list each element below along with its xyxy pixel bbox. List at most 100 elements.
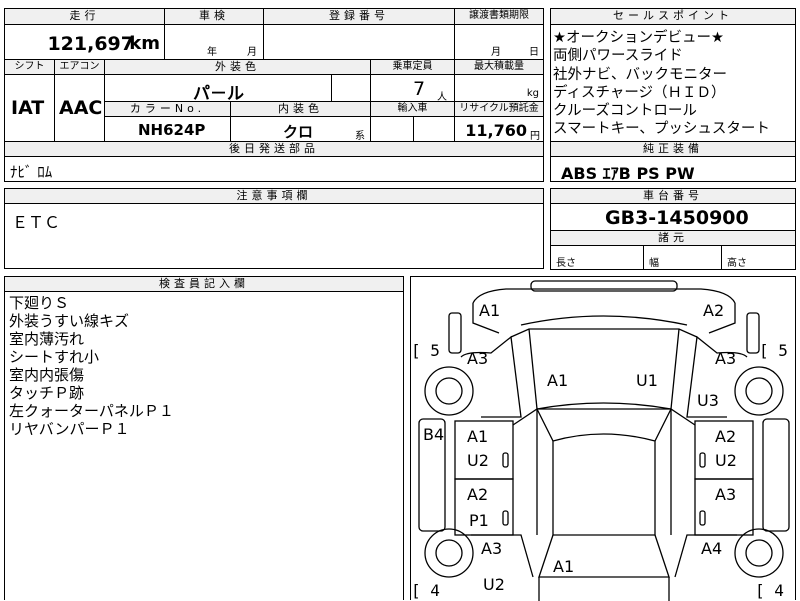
interior-color-value: クロ — [283, 123, 314, 141]
damage-label: A4 — [701, 539, 723, 558]
exterior-color-value: パ－ル — [193, 84, 244, 102]
color-no-value: NH624P — [138, 121, 206, 139]
damage-label: U2 — [483, 575, 505, 594]
standard-equipment-value: ABS ｴｱB PS PW — [561, 164, 695, 182]
aircon-value: AAC — [59, 97, 103, 119]
later-parts-cell: ﾅﾋﾞ ﾛﾑ — [4, 156, 544, 182]
exterior-color-header: 外装色 — [104, 59, 371, 75]
tread-left-rear: [ 4 — [411, 581, 440, 600]
selling-point: 社外ナビ、バックモニター — [553, 66, 727, 83]
recycle-fee-cell: 11,760 円 — [454, 116, 544, 142]
capacity-cell: 7 人 — [370, 74, 455, 102]
capacity-value: 7 — [413, 78, 426, 100]
max-load-cell: kg — [454, 74, 544, 102]
inspector-notes-header: 検査員記入欄 — [4, 276, 404, 292]
damage-label: A3 — [467, 349, 489, 368]
height-cell: 高さ — [721, 245, 796, 270]
max-load-unit: kg — [526, 88, 539, 99]
max-load-header: 最大積載量 — [454, 59, 544, 75]
damage-label: U3 — [697, 391, 719, 410]
mileage-cell: 121,697 km — [4, 24, 165, 60]
dimensions-header: 諸元 — [550, 230, 796, 246]
car-diagram: [ 5 [ 5 [ 4 [ 4 A1 A2 A3 A3 A1 U1 U3 B4 … — [410, 276, 796, 601]
length-label: 長さ — [556, 258, 576, 269]
damage-label: A3 — [481, 539, 503, 558]
tread-right-front: [ 5 — [759, 341, 788, 360]
chassis-value: GB3-1450900 — [605, 207, 749, 229]
selling-points-header: セールスポイント — [550, 8, 796, 25]
shift-header: シフト — [4, 59, 55, 75]
damage-label: U2 — [715, 451, 737, 470]
tread-left-front: [ 5 — [411, 341, 440, 360]
inspector-note: シートすれ小 — [9, 348, 100, 366]
recycle-fee-header: リサイクル預託金 — [454, 101, 544, 117]
standard-equipment-header: 純正装備 — [550, 141, 796, 157]
exterior-color-cell: パ－ル — [104, 74, 332, 102]
exterior-color-extra-cell — [331, 74, 371, 102]
standard-equipment-cell: ABS ｴｱB PS PW — [550, 156, 796, 182]
selling-point: ディスチャージ（ＨＩＤ） — [553, 84, 726, 101]
damage-label: A2 — [703, 301, 725, 320]
import-cell-a — [370, 116, 414, 142]
mileage-header: 走行 — [4, 8, 165, 25]
transfer-deadline-cell: 月 日 — [454, 24, 544, 60]
height-label: 高さ — [727, 258, 747, 269]
selling-points-box: ★オークションデビュー★ 両側パワースライド 社外ナビ、バックモニター ディスチ… — [550, 24, 796, 142]
selling-points-list: ★オークションデビュー★ 両側パワースライド 社外ナビ、バックモニター ディスチ… — [553, 29, 770, 139]
registration-cell — [263, 24, 455, 60]
inspector-notes-cell: 下廻りＳ 外装うすい線キズ 室内薄汚れ シートすれ小 室内内張傷 タッチＰ跡 左… — [4, 291, 404, 600]
interior-color-header: 内装色 — [230, 101, 371, 117]
mileage-unit: km — [129, 33, 160, 54]
notes-header: 注意事項欄 — [4, 188, 544, 204]
inspector-note: タッチＰ跡 — [9, 384, 85, 402]
damage-label: A2 — [715, 427, 737, 446]
recycle-fee-unit: 円 — [530, 131, 540, 142]
chassis-header: 車台番号 — [550, 188, 796, 204]
import-header: 輸入車 — [370, 101, 455, 117]
notes-value: ＥＴＣ — [12, 213, 61, 232]
damage-label: U1 — [636, 371, 658, 390]
transfer-deadline-header: 譲渡書類期限 — [454, 8, 544, 25]
damage-label: A1 — [553, 557, 575, 576]
inspector-note: 外装うすい線キズ — [9, 312, 130, 330]
damage-label: A1 — [547, 371, 569, 390]
selling-point: ★オークションデビュー★ — [553, 30, 724, 46]
damage-label: P1 — [469, 511, 489, 530]
inspection-month-unit: 月 — [247, 47, 257, 58]
notes-cell: ＥＴＣ — [4, 203, 544, 269]
chassis-cell: GB3-1450900 — [550, 203, 796, 231]
later-parts-value: ﾅﾋﾞ ﾛﾑ — [10, 163, 53, 181]
deadline-month-unit: 月 — [491, 47, 501, 58]
shift-cell: IAT — [4, 74, 55, 142]
damage-label: A3 — [715, 349, 737, 368]
damage-label: A3 — [715, 485, 737, 504]
tread-right-rear: [ 4 — [755, 581, 784, 600]
later-parts-header: 後日発送部品 — [4, 141, 544, 157]
damage-label: A1 — [479, 301, 501, 320]
inspector-note: 左クォーターパネルＰ１ — [9, 402, 174, 420]
deadline-day-unit: 日 — [529, 47, 539, 58]
inspection-header: 車検 — [164, 8, 264, 25]
color-no-cell: NH624P — [104, 116, 231, 142]
damage-label: B4 — [423, 425, 445, 444]
damage-label: A1 — [467, 427, 489, 446]
interior-color-cell: クロ 系 — [230, 116, 371, 142]
damage-label: A2 — [467, 485, 489, 504]
registration-header: 登録番号 — [263, 8, 455, 25]
mileage-value: 121,697 — [47, 33, 134, 55]
inspector-note: リヤバンパーＰ１ — [9, 420, 130, 438]
inspection-cell: 年 月 — [164, 24, 264, 60]
inspector-note: 室内薄汚れ — [9, 330, 85, 348]
damage-label: U2 — [467, 451, 489, 470]
length-cell: 長さ — [550, 245, 644, 270]
recycle-fee-value: 11,760 — [465, 121, 527, 140]
import-cell-b — [413, 116, 455, 142]
capacity-unit: 人 — [437, 92, 447, 102]
selling-point: スマートキー、プッシュスタート — [553, 121, 770, 138]
shift-value: IAT — [11, 97, 45, 119]
aircon-cell: AAC — [54, 74, 105, 142]
selling-point: 両側パワースライド — [553, 48, 683, 65]
width-cell: 幅 — [643, 245, 722, 270]
interior-color-suffix: 系 — [355, 131, 365, 142]
inspector-notes-list: 下廻りＳ 外装うすい線キズ 室内薄汚れ シートすれ小 室内内張傷 タッチＰ跡 左… — [9, 294, 174, 438]
